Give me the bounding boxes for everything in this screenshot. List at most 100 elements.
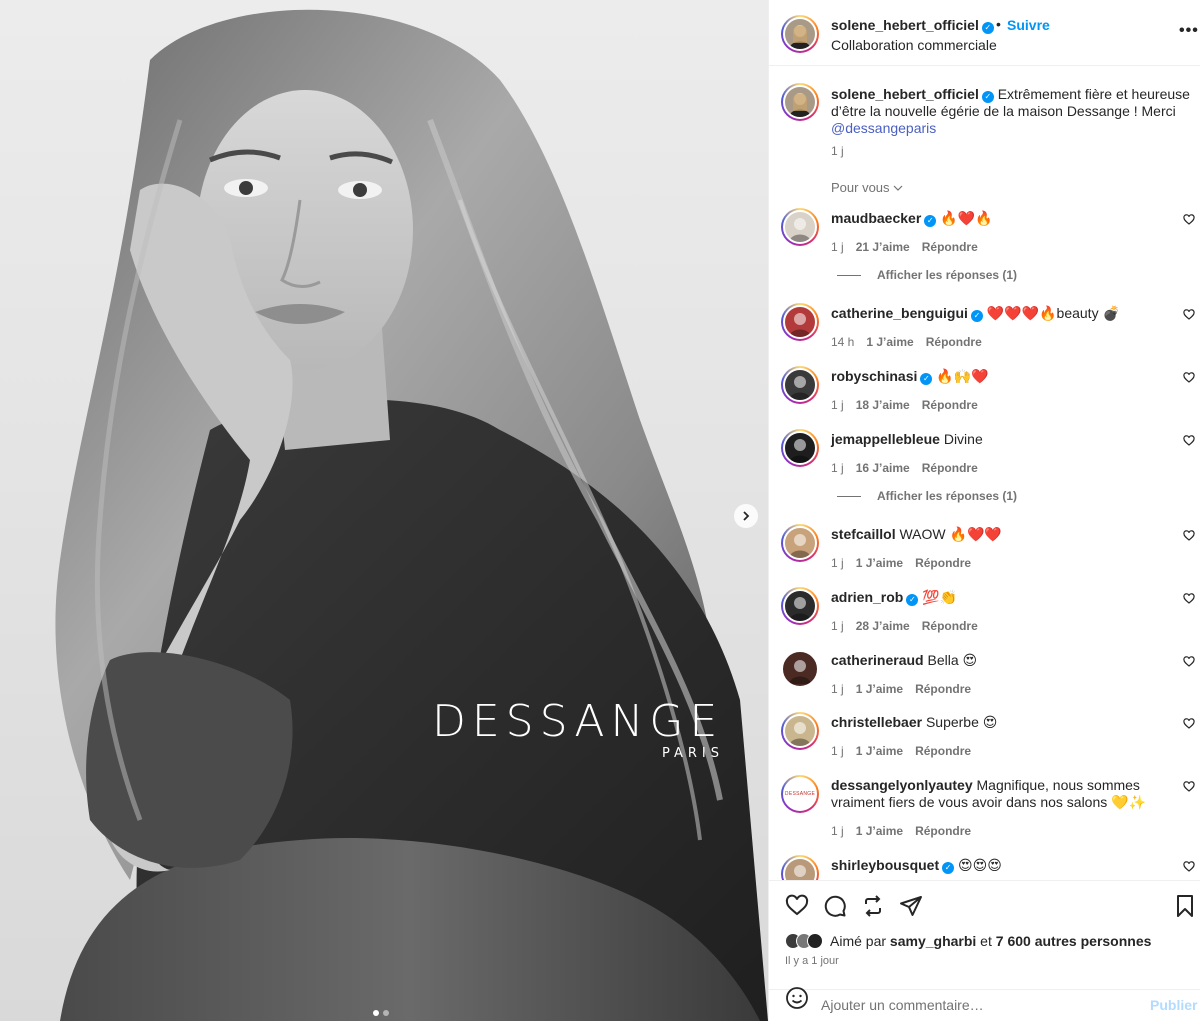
verified-badge-icon: ✓ (981, 22, 994, 34)
comment-heart-icon[interactable] (1183, 530, 1195, 542)
post-date: Il y a 1 jour (785, 955, 839, 967)
commenter-username[interactable]: jemappellebleue (831, 431, 940, 447)
comment-heart-icon[interactable] (1183, 214, 1195, 226)
comment-body: ❤️❤️❤️🔥beauty 💣 (982, 305, 1120, 321)
reply-button[interactable]: Répondre (915, 824, 971, 838)
post-header: solene_hebert_officiel ✓ • Suivre Collabo… (769, 0, 1200, 66)
verified-badge-icon: ✓ (970, 310, 983, 322)
commenter-username[interactable]: catherine_benguigui (831, 305, 968, 321)
comment-likes[interactable]: 21 J’aime (856, 240, 910, 254)
caption-username[interactable]: solene_hebert_officiel (831, 86, 979, 102)
comment-likes[interactable]: 16 J’aime (856, 461, 910, 475)
comment-likes[interactable]: 18 J’aime (856, 398, 910, 412)
comment-heart-icon[interactable] (1183, 718, 1195, 730)
paid-partnership-label[interactable]: Collaboration commerciale (831, 37, 997, 53)
carousel-dot (383, 1010, 389, 1016)
commenter-avatar[interactable] (781, 366, 819, 404)
carousel-indicator (373, 1010, 389, 1016)
commenter-avatar[interactable] (781, 524, 819, 562)
comment-likes[interactable]: 1 J’aime (866, 335, 913, 349)
comment-likes[interactable]: 28 J’aime (856, 619, 910, 633)
comment-sort-dropdown[interactable]: Pour vous (831, 180, 903, 195)
bookmark-icon[interactable] (1173, 894, 1197, 918)
reply-button[interactable]: Répondre (922, 619, 978, 633)
comment-likes[interactable]: 1 J’aime (856, 744, 903, 758)
comment-heart-icon[interactable] (1183, 861, 1195, 873)
commenter-username[interactable]: robyschinasi (831, 368, 917, 384)
comment-heart-icon[interactable] (1183, 309, 1195, 321)
caption-avatar[interactable] (781, 83, 819, 121)
comment-heart-icon[interactable] (1183, 372, 1195, 384)
follow-button[interactable]: Suivre (1007, 17, 1050, 33)
publish-button[interactable]: Publier (1150, 997, 1197, 1013)
likes-count[interactable]: 7 600 autres personnes (996, 933, 1152, 949)
comment-text: adrien_rob ✓ 💯👏 (831, 589, 1161, 606)
likes-prefix: Aimé par (830, 933, 890, 949)
comment-time: 1 j (831, 824, 844, 838)
comment-heart-icon[interactable] (1183, 781, 1195, 793)
comment-heart-icon[interactable] (1183, 593, 1195, 605)
reply-button[interactable]: Répondre (922, 461, 978, 475)
portrait-photo (55, 9, 768, 1021)
comment-body: Bella 😍 (923, 652, 978, 668)
comment-likes[interactable]: 1 J’aime (856, 556, 903, 570)
commenter-username[interactable]: maudbaecker (831, 210, 921, 226)
send-icon[interactable] (899, 894, 923, 918)
commenter-username[interactable]: dessangelyonlyautey (831, 777, 973, 793)
reply-button[interactable]: Répondre (922, 398, 978, 412)
comment-time: 1 j (831, 744, 844, 758)
comment-body: 💯👏 (918, 589, 958, 605)
brand-name: DESSANGE (432, 696, 724, 747)
commenter-username[interactable]: christellebaer (831, 714, 922, 730)
view-replies-button[interactable]: Afficher les réponses (1) (837, 489, 1017, 503)
comment-meta: 1 j 1 J’aime Répondre (831, 744, 971, 758)
commenter-avatar[interactable] (781, 587, 819, 625)
comment-input[interactable] (821, 997, 1121, 1013)
commenter-avatar[interactable] (781, 303, 819, 341)
caption-mention-link[interactable]: @dessangeparis (831, 120, 936, 136)
author-avatar[interactable] (781, 15, 819, 53)
commenter-avatar[interactable] (781, 208, 819, 246)
comment-heart-icon[interactable] (1183, 656, 1195, 668)
comment-heart-icon[interactable] (1183, 435, 1195, 447)
smiley-icon[interactable] (785, 986, 809, 1010)
reply-button[interactable]: Répondre (915, 556, 971, 570)
commenter-username[interactable]: stefcaillol (831, 526, 896, 542)
comment-time: 1 j (831, 398, 844, 412)
commenter-avatar[interactable] (781, 429, 819, 467)
reply-button[interactable]: Répondre (922, 240, 978, 254)
commenter-avatar[interactable]: DESSANGE (781, 775, 819, 813)
comment-text: shirleybousquet ✓ 😍😍😍 (831, 857, 1161, 874)
comment-meta: 1 j 18 J’aime Répondre (831, 398, 978, 412)
comment-meta: 1 j 28 J’aime Répondre (831, 619, 978, 633)
likes-summary[interactable]: Aimé par samy_gharbi et 7 600 autres per… (785, 933, 1151, 949)
reply-button[interactable]: Répondre (926, 335, 982, 349)
commenter-username[interactable]: adrien_rob (831, 589, 903, 605)
comment-body: Superbe 😍 (922, 714, 998, 730)
reply-button[interactable]: Répondre (915, 744, 971, 758)
commenter-avatar[interactable] (781, 650, 819, 688)
comment-text: catherineraud Bella 😍 (831, 652, 1161, 669)
comment-icon[interactable] (823, 894, 847, 918)
comment-meta: 1 j 1 J’aime Répondre (831, 682, 971, 696)
more-options-icon[interactable]: ••• (1179, 22, 1199, 40)
commenter-avatar[interactable] (781, 712, 819, 750)
repost-icon[interactable] (861, 894, 885, 918)
author-username[interactable]: solene_hebert_officiel ✓ (831, 17, 994, 34)
post-media[interactable]: DESSANGE PARIS (0, 0, 768, 1021)
comment-likes[interactable]: 1 J’aime (856, 682, 903, 696)
carousel-next-button[interactable] (734, 504, 758, 528)
heart-icon[interactable] (785, 894, 809, 918)
brand-sub: PARIS (662, 746, 725, 761)
avatar-logo-text: DESSANGE (784, 791, 816, 797)
brand-logo: DESSANGE PARIS (432, 696, 752, 762)
reply-button[interactable]: Répondre (915, 682, 971, 696)
view-replies-button[interactable]: Afficher les réponses (1) (837, 268, 1017, 282)
comment-body: 🔥🙌❤️ (932, 368, 989, 384)
comment-time: 1 j (831, 461, 844, 475)
comment-likes[interactable]: 1 J’aime (856, 824, 903, 838)
liker-username[interactable]: samy_gharbi (890, 933, 976, 949)
commenter-username[interactable]: shirleybousquet (831, 857, 939, 873)
chevron-right-icon (743, 511, 750, 521)
commenter-username[interactable]: catherineraud (831, 652, 924, 668)
